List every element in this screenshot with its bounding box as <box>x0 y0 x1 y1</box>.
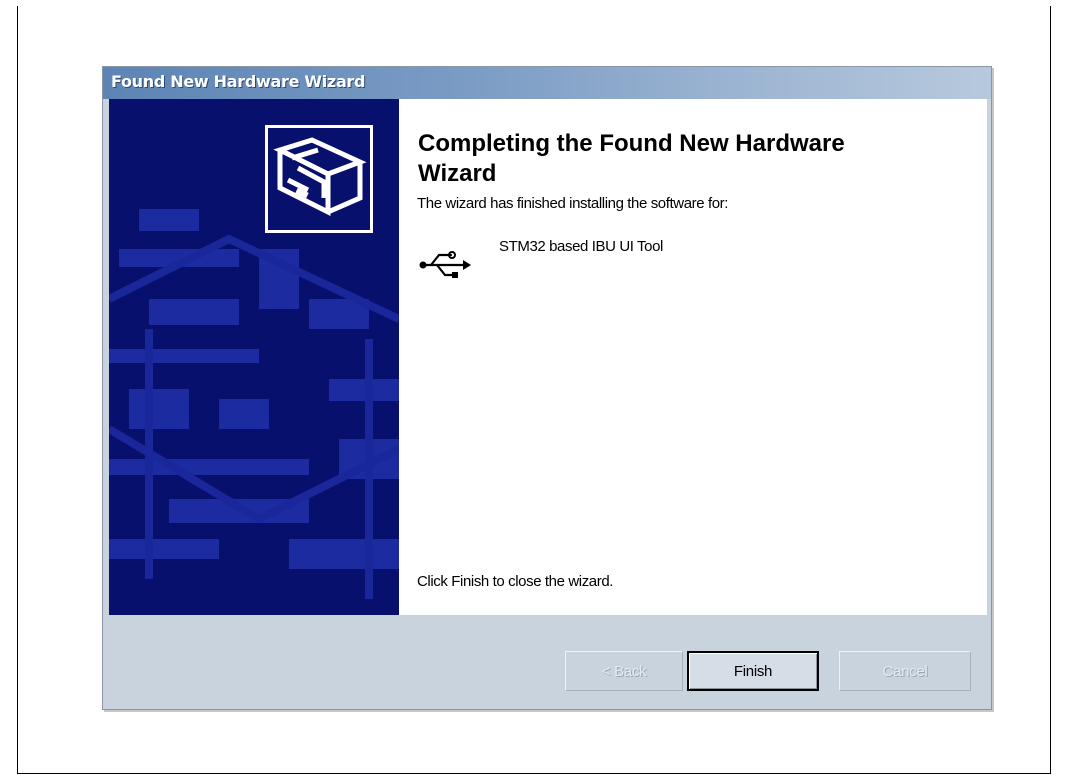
usb-icon <box>419 251 471 278</box>
hardware-icon <box>265 125 373 233</box>
finished-message: The wizard has finished installing the s… <box>417 195 729 212</box>
finish-button[interactable]: Finish <box>687 651 819 691</box>
wizard-side-banner <box>109 99 399 615</box>
window-title: Found New Hardware Wizard <box>111 72 366 91</box>
wizard-content: Completing the Found New Hardware Wizard… <box>399 99 987 615</box>
wizard-dialog: Found New Hardware Wizard Completing the… <box>102 66 992 710</box>
device-name: STM32 based IBU UI Tool <box>499 238 663 255</box>
back-button[interactable]: < Back <box>565 651 683 691</box>
title-bar[interactable]: Found New Hardware Wizard <box>103 67 991 99</box>
cancel-button[interactable]: Cancel <box>839 651 971 691</box>
page-heading: Completing the Found New Hardware Wizard <box>418 130 845 187</box>
close-instruction: Click Finish to close the wizard. <box>417 573 614 590</box>
